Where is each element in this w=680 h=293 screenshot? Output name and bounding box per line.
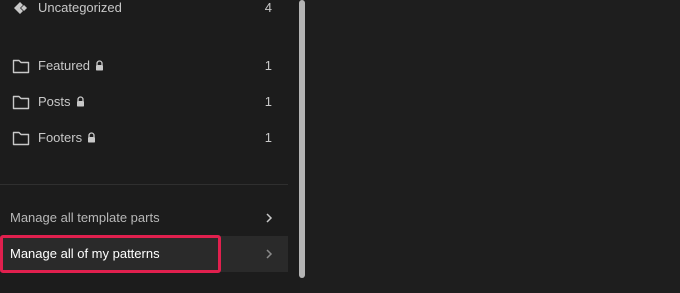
- folder-icon: [12, 59, 30, 74]
- manage-my-patterns-label: Manage all of my patterns: [10, 246, 160, 261]
- folder-icon: [12, 131, 30, 146]
- category-count: 1: [264, 94, 272, 109]
- category-item-posts[interactable]: Posts 1: [0, 84, 288, 120]
- main-content-area: [305, 0, 680, 293]
- manage-template-parts-label: Manage all template parts: [10, 210, 160, 225]
- category-item-footers[interactable]: Footers 1: [0, 120, 288, 156]
- category-label: Featured: [38, 58, 91, 73]
- category-label: Uncategorized: [38, 0, 122, 15]
- lock-icon: [96, 60, 104, 71]
- chevron-right-icon: [266, 213, 273, 223]
- category-item-featured[interactable]: Featured 1: [0, 48, 288, 84]
- category-count: 1: [264, 130, 272, 145]
- category-item-uncategorized[interactable]: Uncategorized 4: [0, 0, 288, 26]
- folder-icon: [12, 95, 30, 110]
- lock-icon: [88, 132, 96, 143]
- manage-my-patterns-link[interactable]: Manage all of my patterns: [0, 236, 288, 272]
- category-label: Footers: [38, 130, 83, 145]
- diamond-icon: [14, 2, 27, 14]
- category-label: Posts: [38, 94, 71, 109]
- patterns-sidebar: Uncategorized 4 Featured 1 Posts 1 Foote…: [0, 0, 300, 293]
- sidebar-divider: [0, 184, 288, 185]
- category-count: 1: [264, 58, 272, 73]
- app-window: Uncategorized 4 Featured 1 Posts 1 Foote…: [0, 0, 680, 293]
- chevron-right-icon: [266, 249, 273, 259]
- lock-icon: [76, 96, 84, 107]
- manage-template-parts-link[interactable]: Manage all template parts: [0, 200, 288, 236]
- category-count: 4: [264, 0, 272, 15]
